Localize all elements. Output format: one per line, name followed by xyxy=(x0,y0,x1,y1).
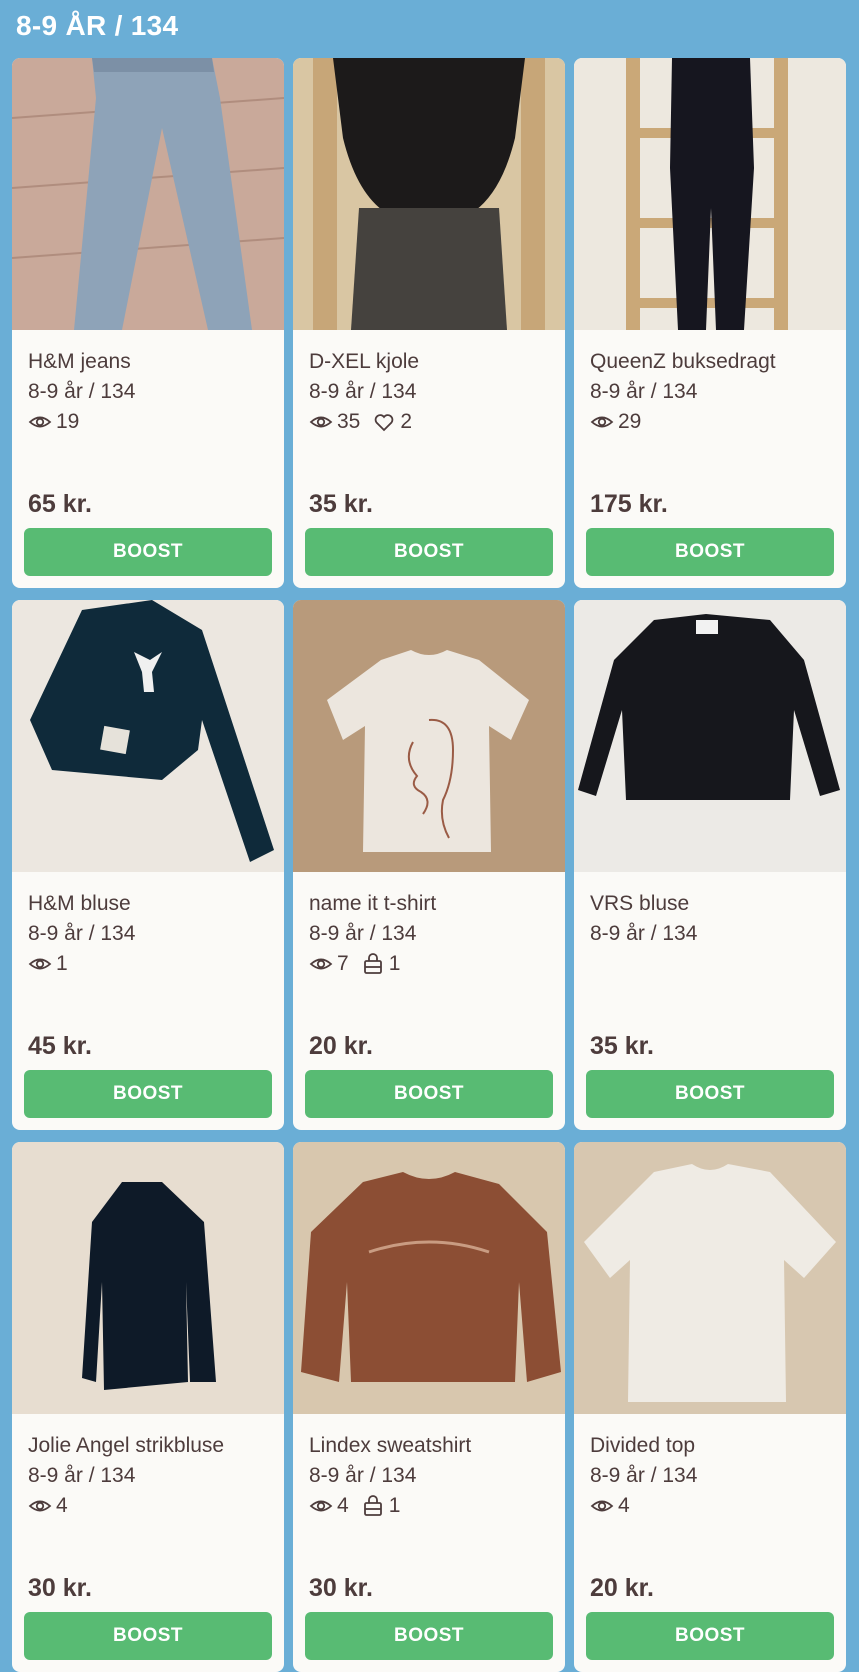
views-stat: 4 xyxy=(28,1494,68,1518)
product-stats: 29 xyxy=(590,410,641,434)
views-count: 29 xyxy=(618,410,642,433)
eye-icon xyxy=(309,410,333,434)
boost-button[interactable]: BOOST xyxy=(24,1612,272,1660)
product-price: 20 kr. xyxy=(590,1574,654,1602)
views-count: 35 xyxy=(337,410,361,433)
product-size: 8-9 år / 134 xyxy=(28,380,136,403)
product-price: 30 kr. xyxy=(309,1574,373,1602)
bag-icon xyxy=(361,1494,385,1518)
views-stat: 19 xyxy=(28,410,79,434)
boost-button[interactable]: BOOST xyxy=(24,1070,272,1118)
product-size: 8-9 år / 134 xyxy=(28,922,136,945)
product-card[interactable]: name it t-shirt 8-9 år / 134 71 20 kr. B… xyxy=(293,600,565,1130)
boost-button[interactable]: BOOST xyxy=(305,528,553,576)
product-title: Divided top xyxy=(590,1434,696,1457)
views-count: 1 xyxy=(56,952,68,975)
product-photo xyxy=(574,1142,846,1414)
product-title: H&M bluse xyxy=(28,892,131,915)
views-count: 7 xyxy=(337,952,349,975)
product-photo xyxy=(12,600,284,872)
product-card[interactable]: VRS bluse 8-9 år / 134 35 kr. BOOST xyxy=(574,600,846,1130)
product-size: 8-9 år / 134 xyxy=(28,1464,136,1487)
product-price: 20 kr. xyxy=(309,1032,373,1060)
product-card[interactable]: Jolie Angel strikbluse 8-9 år / 134 4 30… xyxy=(12,1142,284,1672)
product-price: 35 kr. xyxy=(590,1032,654,1060)
heart-icon xyxy=(372,410,396,434)
page-title: 8-9 ÅR / 134 xyxy=(16,10,179,41)
eye-icon xyxy=(309,1494,333,1518)
views-count: 4 xyxy=(56,1494,68,1517)
product-title: Lindex sweatshirt xyxy=(309,1434,472,1457)
product-card[interactable]: Lindex sweatshirt 8-9 år / 134 41 30 kr.… xyxy=(293,1142,565,1672)
product-title: Jolie Angel strikbluse xyxy=(28,1434,225,1457)
eye-icon xyxy=(28,410,52,434)
product-photo xyxy=(12,58,284,330)
product-title: D-XEL kjole xyxy=(309,350,420,373)
product-size: 8-9 år / 134 xyxy=(309,922,417,945)
sold-count: 1 xyxy=(388,952,401,975)
views-stat: 1 xyxy=(28,952,68,976)
product-photo xyxy=(574,58,846,330)
views-stat: 29 xyxy=(590,410,641,434)
likes-stat: 2 xyxy=(372,410,412,434)
product-card[interactable]: Divided top 8-9 år / 134 4 20 kr. BOOST xyxy=(574,1142,846,1672)
views-stat: 4 xyxy=(309,1494,349,1518)
product-stats: 35 2 xyxy=(309,410,412,434)
product-photo xyxy=(293,1142,565,1414)
product-size: 8-9 år / 134 xyxy=(590,922,698,945)
product-photo xyxy=(12,1142,284,1414)
boost-button[interactable]: BOOST xyxy=(305,1070,553,1118)
product-stats: 71 xyxy=(309,952,400,976)
product-title: H&M jeans xyxy=(28,350,131,373)
eye-icon xyxy=(28,952,52,976)
product-card[interactable]: H&M bluse 8-9 år / 134 1 45 kr. BOOST xyxy=(12,600,284,1130)
product-grid: H&M jeans 8-9 år / 134 19 65 kr. BOOST D… xyxy=(12,58,846,1672)
boost-button[interactable]: BOOST xyxy=(586,1612,834,1660)
views-count: 4 xyxy=(618,1494,630,1517)
product-stats: 19 xyxy=(28,410,79,434)
sold-stat: 1 xyxy=(361,952,401,976)
views-stat: 35 xyxy=(309,410,360,434)
product-size: 8-9 år / 134 xyxy=(309,380,417,403)
views-stat: 7 xyxy=(309,952,349,976)
product-stats: 4 xyxy=(28,1494,68,1518)
sold-count: 1 xyxy=(388,1494,401,1517)
sold-stat: 1 xyxy=(361,1494,401,1518)
views-stat: 4 xyxy=(590,1494,630,1518)
eye-icon xyxy=(590,410,614,434)
product-photo xyxy=(293,58,565,330)
product-stats: 1 xyxy=(28,952,68,976)
views-count: 19 xyxy=(56,410,80,433)
product-title: name it t-shirt xyxy=(309,892,437,915)
product-stats: 41 xyxy=(309,1494,400,1518)
product-size: 8-9 år / 134 xyxy=(590,380,698,403)
product-photo xyxy=(574,600,846,872)
product-photo xyxy=(293,600,565,872)
product-price: 65 kr. xyxy=(28,490,92,518)
boost-button[interactable]: BOOST xyxy=(586,528,834,576)
eye-icon xyxy=(309,952,333,976)
product-price: 35 kr. xyxy=(309,490,373,518)
product-card[interactable]: H&M jeans 8-9 år / 134 19 65 kr. BOOST xyxy=(12,58,284,588)
product-stats: 4 xyxy=(590,1494,630,1518)
product-size: 8-9 år / 134 xyxy=(309,1464,417,1487)
boost-button[interactable]: BOOST xyxy=(586,1070,834,1118)
product-card[interactable]: QueenZ buksedragt 8-9 år / 134 29 175 kr… xyxy=(574,58,846,588)
product-price: 30 kr. xyxy=(28,1574,92,1602)
views-count: 4 xyxy=(337,1494,349,1517)
boost-button[interactable]: BOOST xyxy=(305,1612,553,1660)
bag-icon xyxy=(361,952,385,976)
product-card[interactable]: D-XEL kjole 8-9 år / 134 35 2 35 kr. BOOS… xyxy=(293,58,565,588)
product-price: 45 kr. xyxy=(28,1032,92,1060)
eye-icon xyxy=(590,1494,614,1518)
product-size: 8-9 år / 134 xyxy=(590,1464,698,1487)
product-title: QueenZ buksedragt xyxy=(590,350,776,373)
product-price: 175 kr. xyxy=(590,490,668,518)
likes-count: 2 xyxy=(400,410,413,433)
eye-icon xyxy=(28,1494,52,1518)
product-title: VRS bluse xyxy=(590,892,690,915)
boost-button[interactable]: BOOST xyxy=(24,528,272,576)
